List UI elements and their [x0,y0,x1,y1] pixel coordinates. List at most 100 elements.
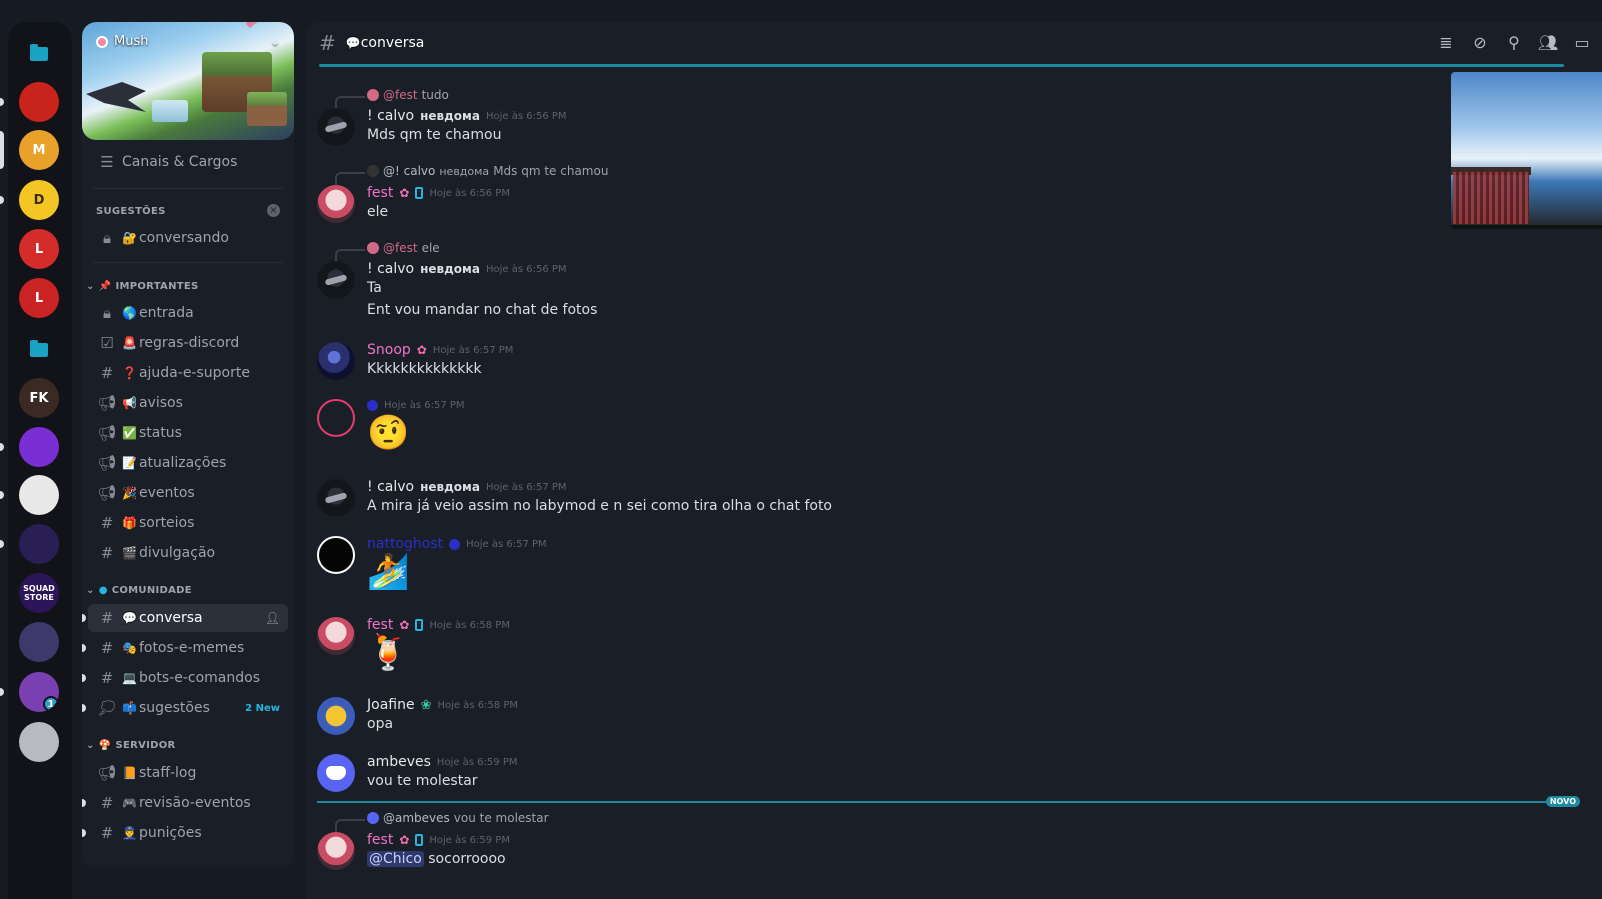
timestamp: Hoje às 6:59 PM [436,756,518,768]
channel-emoji: 🎬 [122,546,137,560]
server-label: M [32,142,46,158]
server-label: D [33,192,45,208]
server-banner[interactable]: Mush ⌄ [82,22,294,140]
user-tag: невдома [420,262,480,276]
server-icon-squad[interactable]: SQUAD STORE [19,573,59,613]
avatar[interactable] [317,261,355,299]
avatar[interactable] [317,108,355,146]
channels-roles-item[interactable]: ☰ Canais & Cargos [88,148,288,176]
server-unread-pip [0,491,4,499]
reply-preview[interactable]: @! calvo невдома Mds qm te chamou [334,164,608,186]
chevron-down-icon: ⌄ [86,740,95,751]
server-icon-colorful[interactable]: 1 [19,672,59,712]
flower-badge-icon: ✿ [399,833,410,847]
chat-main: # 💬conversa ≣ ⊘ ⚲ 👥︎ ▭ @fest tudo ! calv… [305,22,1602,899]
suggestions-header: SUGESTÕES [96,206,166,217]
server-icon-folder-1[interactable] [19,34,59,74]
members-icon[interactable]: 👥︎ [1538,32,1558,52]
reply-preview[interactable]: @ambeves vou te molestar [335,811,549,833]
mute-icon[interactable]: ⊘ [1470,32,1490,52]
avatar[interactable] [317,399,355,437]
message-text: vou te molestar [367,773,478,789]
server-icon-anime[interactable] [19,722,59,762]
server-icon-red-l-1[interactable]: L [19,229,59,269]
server-label: L [34,290,44,306]
threads-icon[interactable]: ≣ [1436,32,1456,52]
server-icon-spiral[interactable] [19,524,59,564]
avatar[interactable] [317,342,355,380]
pin-icon[interactable]: ⚲ [1504,32,1524,52]
channel-label: conversa [138,610,203,626]
message-text: A mira já veio assim no labymod e n sei … [367,498,833,514]
user-tag: невдома [420,480,480,494]
server-name[interactable]: Mush [96,34,148,49]
author-name[interactable]: ambeves [367,754,431,770]
chevron-down-icon[interactable]: ⌄ [270,34,280,48]
author-name[interactable]: ! calvo [367,108,414,124]
user-mention[interactable]: @Chico [367,851,424,867]
channel-conversa[interactable]: # 💬 conversa 👤︎ [82,604,288,632]
author-name[interactable]: fest [367,832,393,848]
globe-emoji-icon: ● [98,585,108,596]
avatar[interactable] [317,185,355,223]
avatar[interactable] [317,754,355,792]
channel-sugestões[interactable]: 💭︎ 📫 sugestões 2 New [82,694,288,722]
timestamp: Hoje às 6:56 PM [429,187,510,199]
server-icon-game-art[interactable] [19,622,59,662]
author-name[interactable]: Joafine [367,697,415,713]
message-header: Snoop ✿ Hoje às 6:57 PM [367,342,513,358]
server-icon-yellow-d[interactable]: D [19,180,59,220]
avatar[interactable] [317,536,355,574]
avatar[interactable] [317,617,355,655]
author-name[interactable]: ! calvo [367,261,414,277]
reply-preview[interactable]: @fest tudo [335,88,449,110]
list-icon: ☰ [100,153,114,171]
unread-indicator [82,829,86,837]
avatar[interactable] [317,832,355,870]
server-icon-soccer[interactable] [19,475,59,515]
author-name[interactable]: nattoghost [367,536,443,552]
avatar[interactable] [317,697,355,735]
server-icon-fk[interactable]: FK [19,378,59,418]
channel-revisão-eventos[interactable]: # 🎮 revisão-eventos [82,789,288,817]
author-name[interactable]: Snoop [367,342,411,358]
server-icon-red-l-2[interactable]: L [19,278,59,318]
avatar[interactable] [317,479,355,517]
category-importantes[interactable]: ⌄ 📌 IMPORTANTES [86,281,199,292]
server-icon-red-hero[interactable] [19,82,59,122]
author-name[interactable]: fest [367,185,393,201]
channel-label: avisos [138,395,183,411]
suggestion-channel[interactable]: 🔒︎ 🔐 conversando [88,224,288,252]
channel-avisos[interactable]: 📢︎ 📢 avisos [88,389,288,417]
channel-punições[interactable]: # 👮 punições [82,819,288,847]
channel-atualizações[interactable]: 📢︎ 📝 atualizações [88,449,288,477]
category-comunidade[interactable]: ⌄ ● COMUNIDADE [86,585,192,596]
author-name[interactable]: ! calvo [367,479,414,495]
channel-label: atualizações [138,455,227,471]
reply-preview[interactable]: @fest ele [335,241,440,263]
channel-fotos-e-memes[interactable]: # 🎭 fotos-e-memes [82,634,288,662]
server-icon-folder-2[interactable] [19,330,59,370]
channel-regras-discord[interactable]: ☑ 🚨 regras-discord [88,329,288,357]
channel-ajuda-e-suporte[interactable]: # ❓ ajuda-e-suporte [88,359,288,387]
message-text: Kkkkkkkkkkkkkk [367,361,482,377]
channel-sorteios[interactable]: # 🎁 sorteios [88,509,288,537]
hash-icon: # [100,824,114,842]
channel-staff-log[interactable]: 📢︎ 📙 staff-log [88,759,288,787]
divider [92,262,284,263]
inbox-icon[interactable]: ▭ [1572,32,1592,52]
server-icon-mush-active[interactable]: M [19,130,59,170]
channel-status[interactable]: 📢︎ ✅ status [88,419,288,447]
author-name[interactable]: fest [367,617,393,633]
close-icon[interactable]: × [267,204,280,217]
channel-divulgação[interactable]: # 🎬 divulgação [88,539,288,567]
category-servidor[interactable]: ⌄ 🍄 SERVIDOR [86,740,176,751]
channel-label: status [138,425,182,441]
invite-icon[interactable]: 👤︎ [265,611,280,625]
server-label: SQUAD STORE [23,584,55,602]
channel-bots-e-comandos[interactable]: # 💻 bots-e-comandos [82,664,288,692]
server-icon-purple[interactable] [19,427,59,467]
timestamp: Hoje às 6:56 PM [485,110,567,122]
channel-entrada[interactable]: 🔒︎ 🌎 entrada [88,299,288,327]
channel-eventos[interactable]: 📢︎ 🎉 eventos [88,479,288,507]
